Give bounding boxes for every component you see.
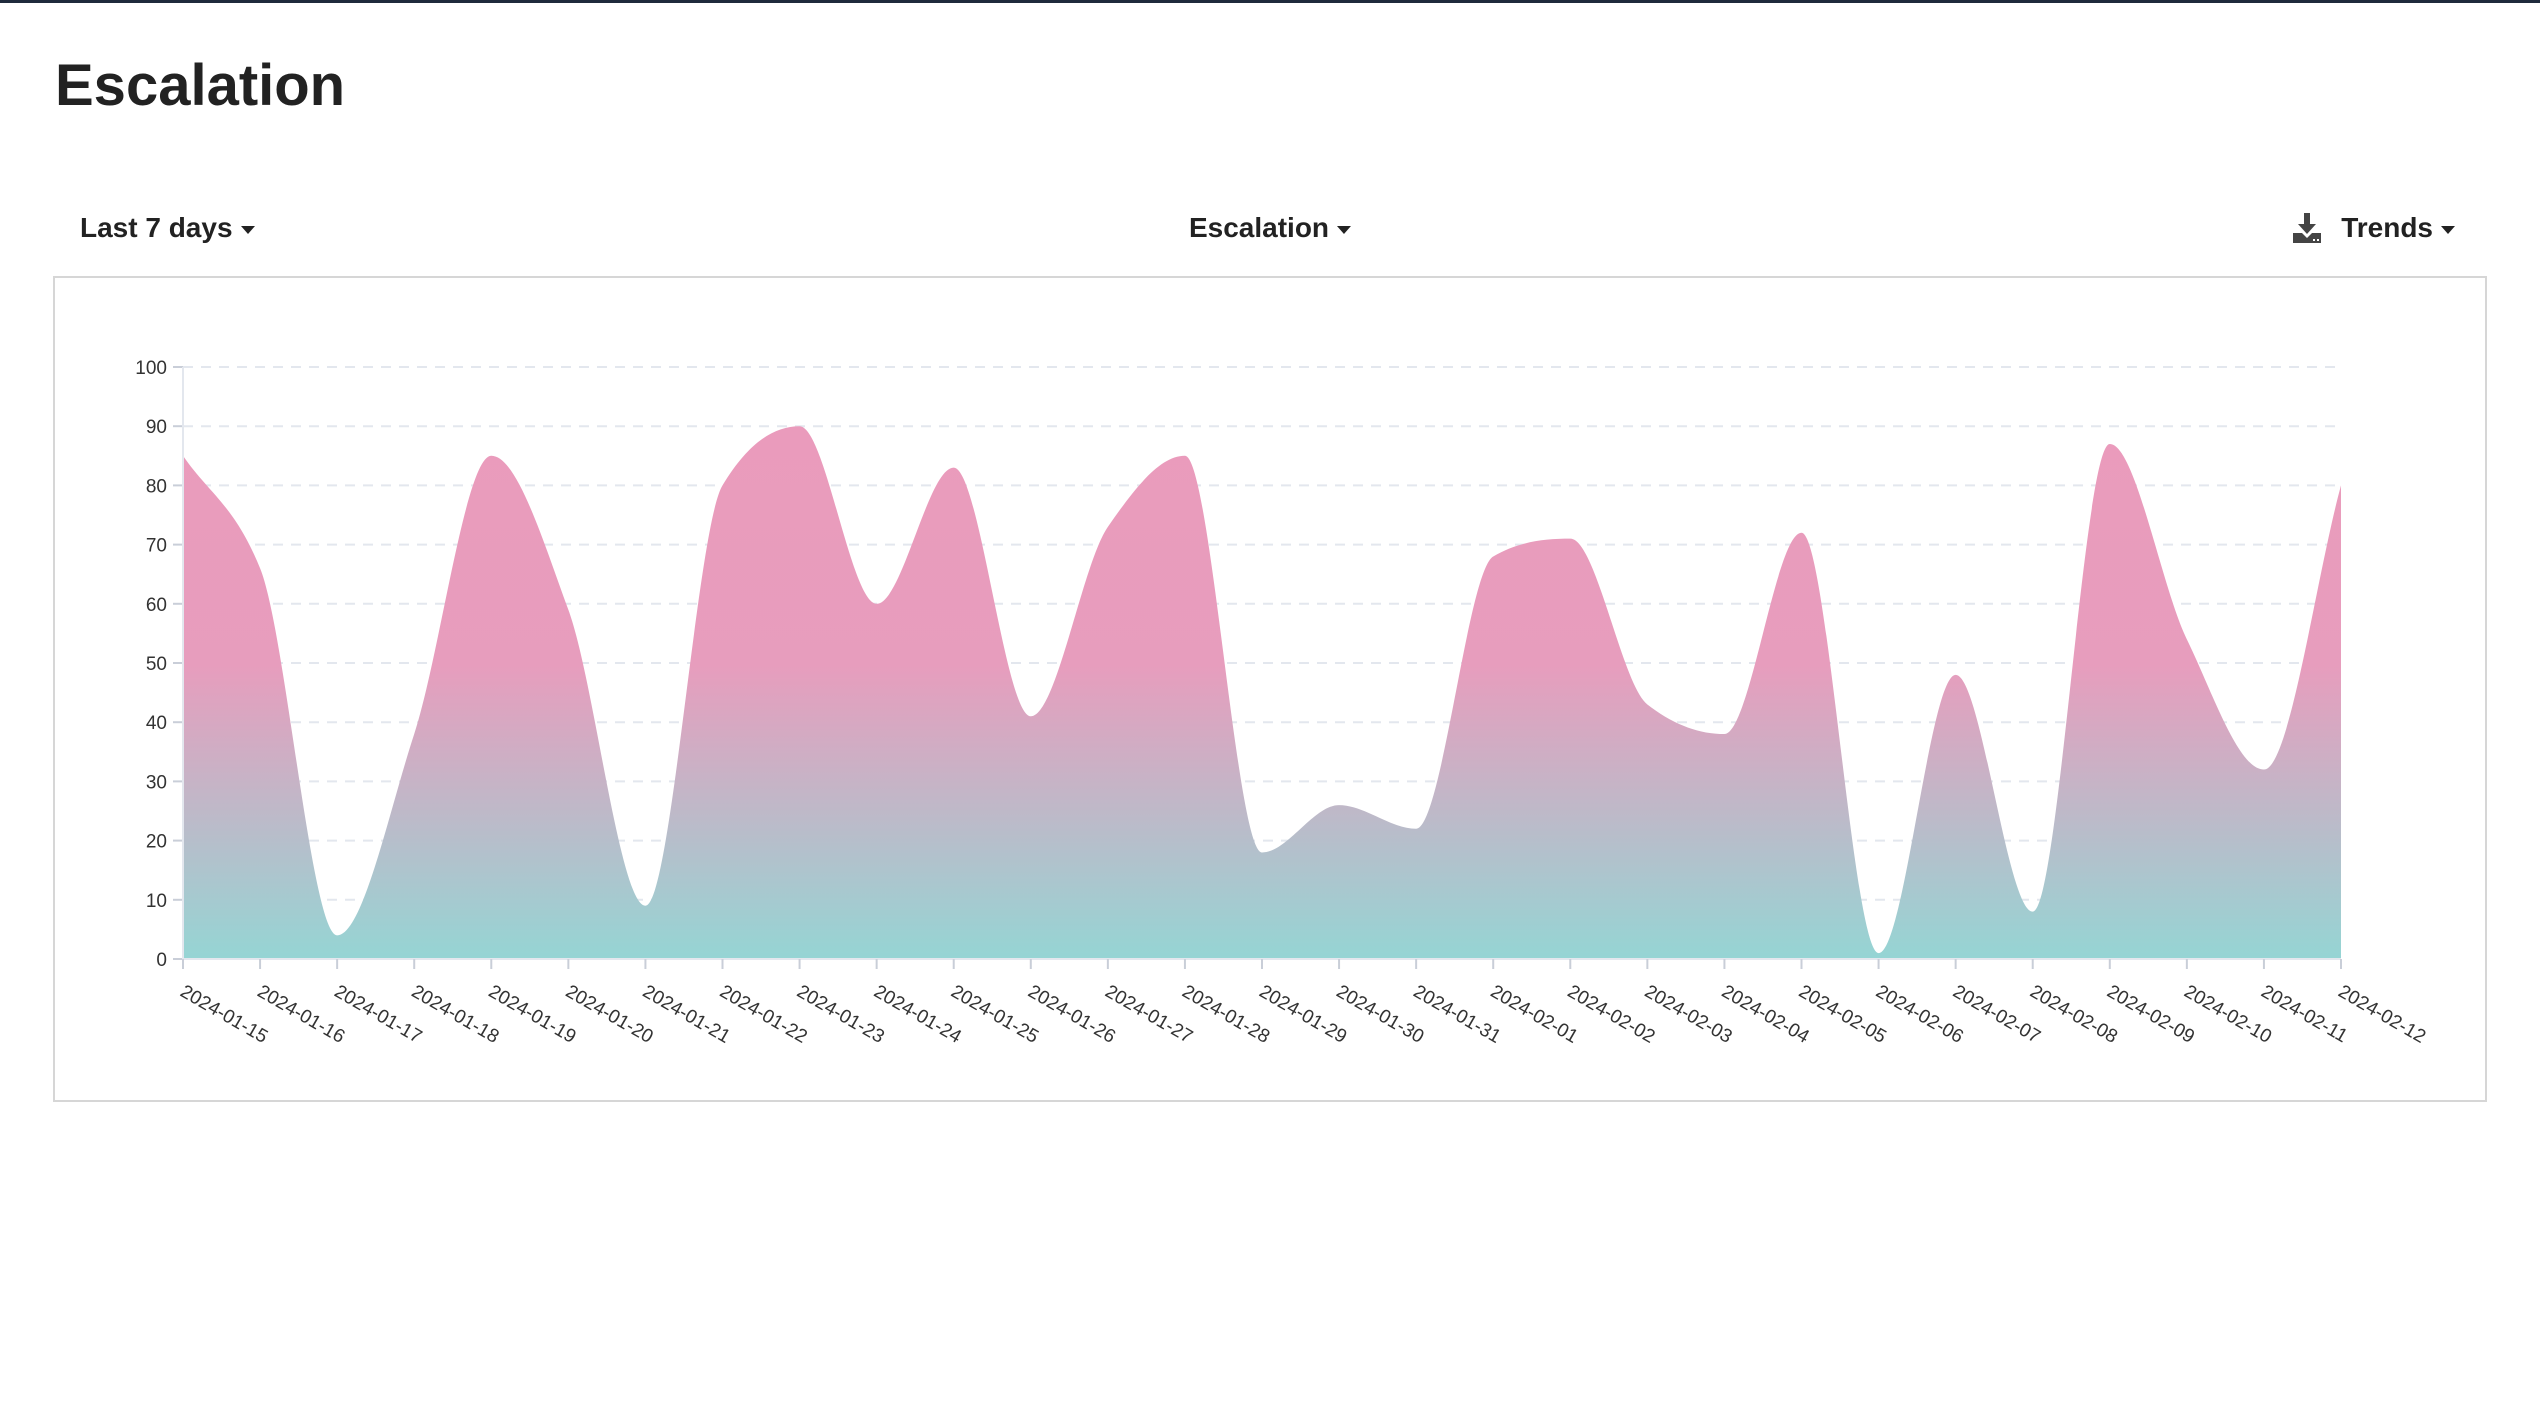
data-point[interactable] (2258, 764, 2270, 776)
x-tick-label: 2024-02-01 (1487, 981, 1582, 1048)
data-point[interactable] (2104, 438, 2116, 450)
data-point[interactable] (1641, 698, 1653, 710)
y-tick-label: 60 (146, 595, 167, 616)
data-point[interactable] (1950, 669, 1962, 681)
date-range-label: Last 7 days (80, 212, 233, 243)
x-tick-label: 2024-01-18 (408, 981, 503, 1048)
top-bar (0, 0, 2540, 3)
y-tick-label: 30 (146, 772, 167, 793)
caret-down-icon (1337, 226, 1352, 234)
x-tick-label: 2024-01-21 (639, 981, 734, 1048)
x-tick-label: 2024-01-19 (485, 981, 580, 1048)
x-tick-label: 2024-02-11 (2257, 981, 2350, 1047)
data-point[interactable] (254, 562, 266, 574)
caret-down-icon (2441, 226, 2455, 234)
x-tick-label: 2024-02-02 (1564, 981, 1659, 1048)
x-tick-label: 2024-01-17 (331, 981, 426, 1048)
x-tick-label: 2024-02-12 (2335, 981, 2430, 1048)
x-tick-label: 2024-02-08 (2026, 981, 2121, 1048)
chart-toolbar: Last 7 days Escalation Trends (53, 200, 2487, 256)
x-tick-label: 2024-01-20 (562, 981, 657, 1048)
data-point[interactable] (2335, 479, 2347, 491)
x-tick-label: 2024-02-09 (2103, 981, 2198, 1048)
area-series (183, 420, 2347, 959)
y-tick-label: 50 (146, 654, 167, 675)
data-point[interactable] (408, 728, 420, 740)
data-point[interactable] (485, 450, 497, 462)
view-controls: Trends (2291, 200, 2455, 256)
date-range-dropdown[interactable]: Last 7 days (80, 200, 255, 256)
x-tick-label: 2024-01-25 (947, 981, 1042, 1048)
chart-card: 0 10 20 30 40 50 60 70 80 90 100 2024-01-15 2024-01-… (53, 276, 2487, 1102)
view-label: Trends (2341, 212, 2433, 243)
data-point[interactable] (331, 929, 343, 941)
x-tick-label: 2024-01-15 (177, 981, 272, 1048)
y-tick-label: 40 (146, 713, 167, 734)
y-tick-label: 80 (146, 476, 167, 497)
data-point[interactable] (1796, 527, 1808, 539)
y-tick-label: 70 (146, 536, 167, 557)
y-tick-label: 100 (135, 358, 167, 379)
x-tick-label: 2024-01-30 (1333, 981, 1428, 1048)
data-point[interactable] (639, 900, 651, 912)
x-tick-label: 2024-01-31 (1410, 981, 1505, 1048)
metric-label: Escalation (1188, 212, 1330, 243)
data-point[interactable] (1333, 799, 1345, 811)
metric-dropdown[interactable]: Escalation (1188, 200, 1352, 256)
x-tick-label: 2024-02-03 (1641, 981, 1736, 1048)
data-point[interactable] (794, 420, 806, 432)
data-point[interactable] (1487, 550, 1499, 562)
data-point[interactable] (1564, 533, 1576, 545)
x-tick-label: 2024-02-10 (2180, 981, 2275, 1048)
y-tick-label: 10 (146, 891, 167, 912)
x-tick-label: 2024-02-07 (1949, 981, 2044, 1048)
data-point[interactable] (717, 479, 729, 491)
x-tick-label: 2024-01-28 (1178, 981, 1273, 1048)
x-tick-label: 2024-01-22 (716, 981, 811, 1048)
area-chart: 01020304050607080901002024-01-152024-01-… (135, 358, 2430, 1048)
data-point[interactable] (1025, 710, 1037, 722)
y-tick-label: 90 (146, 417, 167, 438)
data-point[interactable] (1102, 521, 1114, 533)
x-tick-label: 2024-01-16 (254, 981, 349, 1048)
data-point[interactable] (2027, 906, 2039, 918)
x-tick-label: 2024-01-29 (1256, 981, 1351, 1048)
data-point[interactable] (1179, 450, 1191, 462)
y-tick-label: 0 (156, 950, 167, 971)
data-point[interactable] (871, 598, 883, 610)
data-point[interactable] (562, 604, 574, 616)
data-point[interactable] (1718, 728, 1730, 740)
data-point[interactable] (1410, 823, 1422, 835)
x-tick-label: 2024-01-26 (1024, 981, 1119, 1048)
data-point[interactable] (948, 462, 960, 474)
data-point[interactable] (1256, 846, 1268, 858)
y-tick-label: 20 (146, 832, 167, 853)
data-point[interactable] (2181, 633, 2193, 645)
x-tick-label: 2024-02-06 (1872, 981, 1967, 1048)
x-tick-label: 2024-01-27 (1101, 981, 1196, 1048)
view-dropdown[interactable]: Trends (2341, 212, 2455, 244)
page-title: Escalation (55, 53, 346, 118)
download-icon[interactable] (2291, 212, 2323, 244)
area-fill-escalation (183, 426, 2341, 959)
x-tick-label: 2024-02-05 (1795, 981, 1890, 1048)
x-tick-label: 2024-01-23 (793, 981, 888, 1048)
data-point[interactable] (1873, 947, 1885, 959)
caret-down-icon (240, 226, 255, 234)
